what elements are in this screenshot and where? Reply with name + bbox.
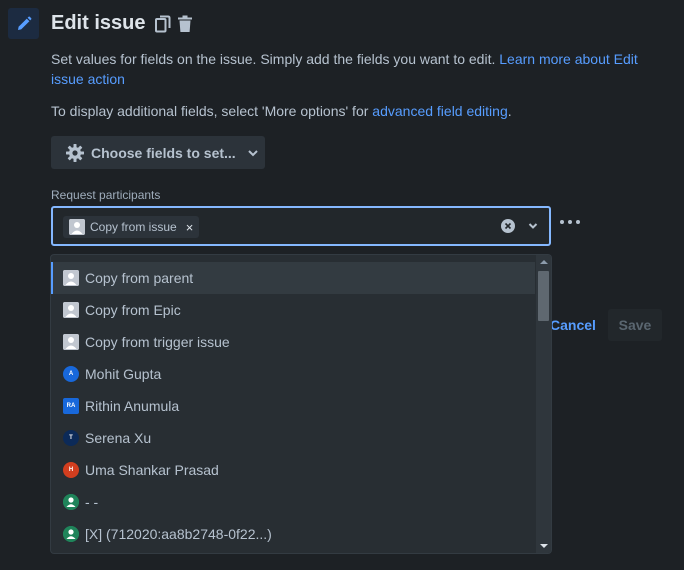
advanced-field-editing-link[interactable]: advanced field editing	[372, 103, 507, 119]
option-label: Serena Xu	[85, 430, 152, 446]
option-label: - -	[85, 494, 99, 510]
save-button[interactable]: Save	[608, 309, 662, 341]
option-label: [X] (712020:aa8b2748-0f22...)	[85, 526, 272, 542]
user-avatar-icon	[69, 219, 85, 235]
page-title: Edit issue	[51, 12, 146, 34]
person-avatar-icon	[63, 494, 79, 510]
selected-tag: Copy from issue ×	[63, 216, 200, 238]
scroll-up-arrow-icon[interactable]	[536, 255, 551, 269]
scroll-down-arrow-icon[interactable]	[536, 539, 551, 553]
request-participants-label: Request participants	[51, 188, 161, 202]
edit-issue-icon-box	[8, 8, 39, 39]
option-item[interactable]: [X] (712020:aa8b2748-0f22...)	[51, 518, 535, 550]
option-item[interactable]: A Mohit Gupta	[51, 358, 535, 390]
option-item[interactable]: - -	[51, 486, 535, 518]
more-info: To display additional fields, select 'Mo…	[51, 101, 512, 121]
remove-tag-icon[interactable]: ×	[186, 220, 194, 235]
chevron-down-icon	[247, 149, 258, 157]
selected-tag-label: Copy from issue	[90, 220, 177, 234]
request-participants-select[interactable]: Copy from issue ×	[51, 206, 551, 246]
user-avatar-icon	[63, 334, 79, 350]
clear-selection-icon[interactable]	[501, 219, 515, 233]
description: Set values for fields on the issue. Simp…	[51, 49, 651, 89]
option-item[interactable]: H Uma Shankar Prasad	[51, 454, 535, 486]
more-info-prefix: To display additional fields, select 'Mo…	[51, 103, 373, 119]
choose-fields-label: Choose fields to set...	[91, 144, 236, 161]
scrollbar-thumb[interactable]	[538, 271, 549, 321]
trash-icon[interactable]	[177, 15, 193, 33]
option-item[interactable]: Copy from parent	[51, 262, 535, 294]
option-label: Rithin Anumula	[85, 398, 180, 414]
choose-fields-button[interactable]: Choose fields to set...	[51, 136, 265, 169]
initials-avatar-icon: T	[63, 430, 79, 446]
more-options-icon[interactable]	[558, 212, 582, 232]
option-item[interactable]: T Serena Xu	[51, 422, 535, 454]
more-info-suffix: .	[507, 103, 512, 119]
option-item[interactable]: Copy from Epic	[51, 294, 535, 326]
gear-icon	[65, 143, 85, 163]
user-avatar-icon	[63, 270, 79, 286]
person-avatar-icon	[63, 526, 79, 542]
copy-icon[interactable]	[155, 15, 171, 33]
option-label: Uma Shankar Prasad	[85, 462, 219, 478]
initials-avatar-icon: RA	[63, 398, 79, 414]
title-row: Edit issue	[51, 12, 193, 35]
pencil-icon	[17, 16, 31, 30]
option-item[interactable]: RA Rithin Anumula	[51, 390, 535, 422]
option-label: Copy from parent	[85, 270, 194, 286]
cancel-button[interactable]: Cancel	[550, 317, 596, 333]
initials-avatar-icon: A	[63, 366, 79, 382]
initials-avatar-icon: H	[63, 462, 79, 478]
scrollbar[interactable]	[536, 255, 551, 553]
option-item[interactable]: Copy from trigger issue	[51, 326, 535, 358]
option-label: Mohit Gupta	[85, 366, 162, 382]
option-label: Copy from trigger issue	[85, 334, 230, 350]
description-text: Set values for fields on the issue. Simp…	[51, 51, 500, 67]
participants-dropdown-menu: Copy from parent Copy from Epic Copy from …	[51, 255, 551, 553]
dropdown-chevron-icon[interactable]	[527, 219, 539, 233]
option-label: Copy from Epic	[85, 302, 181, 318]
user-avatar-icon	[63, 302, 79, 318]
option-list: Copy from parent Copy from Epic Copy from …	[51, 262, 535, 550]
